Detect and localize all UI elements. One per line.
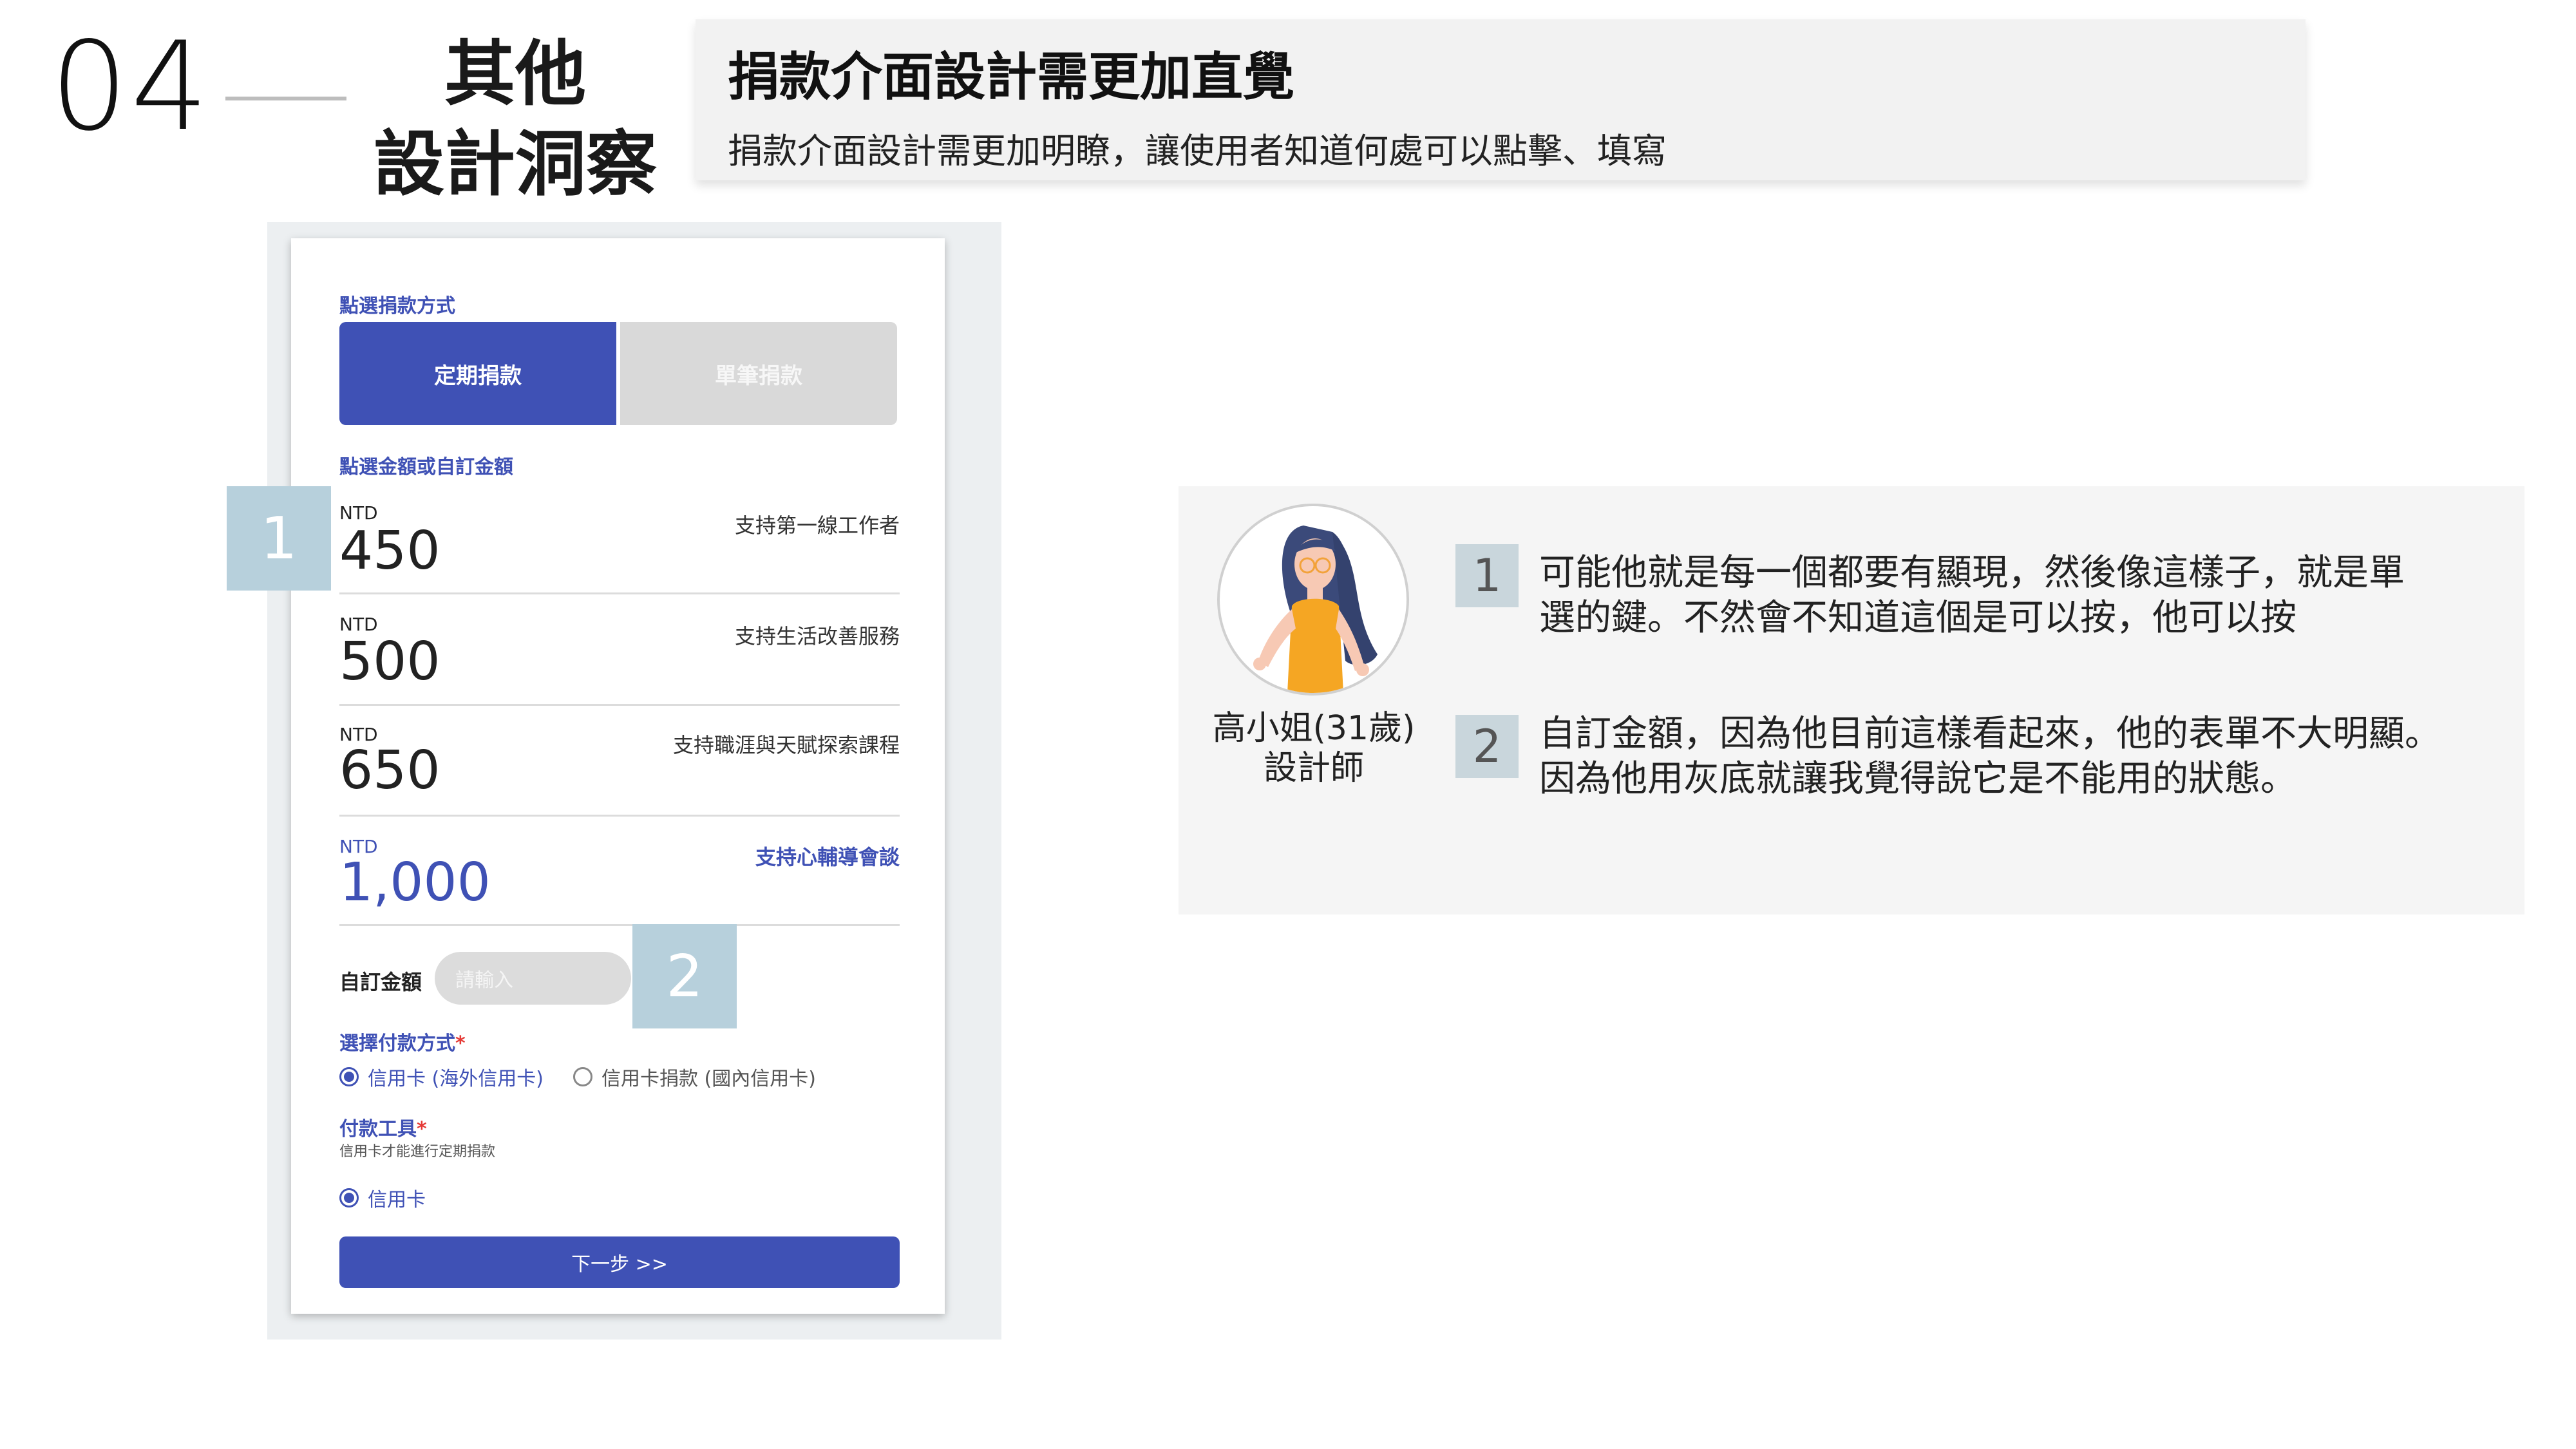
persona-name: 高小姐(31歲) [1212, 709, 1416, 748]
divider [339, 592, 900, 594]
divider [339, 924, 900, 926]
amount-description: 支持生活改善服務 [734, 624, 900, 649]
payment-method-label: 選擇付款方式* [339, 1027, 466, 1056]
amount-option-450[interactable]: NTD 450 支持第一線工作者 [339, 489, 900, 592]
section-title: 其他 設計洞察 [361, 29, 670, 209]
payment-option-overseas[interactable]: 信用卡 (海外信用卡) [339, 1063, 544, 1091]
amount-label: 點選金額或自訂金額 [339, 456, 513, 478]
payment-option-domestic[interactable]: 信用卡捐款 (國內信用卡) [573, 1063, 816, 1091]
quote-line: 自訂金額，因為他目前這樣看起來，他的表單不大明顯。 [1539, 713, 2441, 755]
quote-number-1: 1 [1455, 544, 1519, 607]
payment-option-label: 信用卡捐款 (國內信用卡) [601, 1068, 816, 1090]
section-number: 04 [50, 15, 211, 158]
radio-checked-icon [339, 1188, 359, 1208]
quote-2: 自訂金額，因為他目前這樣看起來，他的表單不大明顯。 因為他用灰底就讓我覺得說它是… [1539, 712, 2518, 802]
payment-tool-label: 付款工具* [339, 1113, 427, 1141]
section-divider [225, 97, 346, 100]
insight-title: 捐款介面設計需更加直覺 [728, 47, 1294, 107]
amount-option-1000[interactable]: NTD 1,000 支持心輔導會談 [339, 826, 900, 929]
quote-line: 選的鍵。不然會不知道這個是可以按，他可以按 [1539, 597, 2297, 639]
donation-method-label: 點選捐款方式 [339, 295, 455, 317]
divider [339, 815, 900, 817]
persona-info: 高小姐(31歲) 設計師 [1204, 708, 1423, 788]
quote-1: 可能他就是每一個都要有顯現，然後像這樣子，就是單 選的鍵。不然會不知道這個是可以… [1539, 551, 2518, 641]
radio-checked-icon [339, 1067, 359, 1086]
amount-value: 1,000 [339, 852, 491, 913]
amount-option-650[interactable]: NTD 650 支持職涯與天賦探索課程 [339, 714, 900, 817]
tab-recurring-donation[interactable]: 定期捐款 [339, 322, 616, 425]
quote-number-2: 2 [1455, 715, 1519, 778]
radio-unchecked-icon [573, 1067, 592, 1086]
callout-2: 2 [632, 924, 737, 1028]
amount-description: 支持心輔導會談 [755, 845, 900, 869]
required-mark: * [455, 1032, 466, 1055]
custom-amount-input[interactable]: 請輸入 [435, 952, 631, 1005]
payment-tool-credit-card[interactable]: 信用卡 [339, 1184, 426, 1212]
required-mark: * [417, 1118, 427, 1141]
woman-avatar-icon [1217, 504, 1409, 696]
amount-value: 500 [339, 631, 440, 692]
quote-line: 因為他用灰底就讓我覺得說它是不能用的狀態。 [1539, 758, 2297, 800]
custom-amount-label: 自訂金額 [339, 970, 422, 994]
payment-method-text: 選擇付款方式 [339, 1032, 455, 1055]
amount-value: 650 [339, 740, 440, 801]
divider [339, 704, 900, 706]
payment-tool-note: 信用卡才能進行定期捐款 [339, 1144, 496, 1160]
payment-tool-option-label: 信用卡 [368, 1189, 426, 1211]
section-title-line2: 設計洞察 [374, 123, 657, 205]
insight-subtitle: 捐款介面設計需更加明瞭，讓使用者知道何處可以點擊、填寫 [728, 131, 1667, 171]
tab-single-donation[interactable]: 單筆捐款 [620, 322, 897, 425]
payment-option-label: 信用卡 (海外信用卡) [368, 1068, 544, 1090]
amount-option-500[interactable]: NTD 500 支持生活改善服務 [339, 602, 900, 705]
amount-description: 支持第一線工作者 [734, 513, 900, 538]
next-step-button[interactable]: 下一步 >> [339, 1236, 900, 1288]
payment-tool-text: 付款工具 [339, 1118, 417, 1141]
persona-role: 設計師 [1263, 749, 1364, 788]
callout-1: 1 [227, 486, 331, 591]
amount-value: 450 [339, 520, 440, 582]
section-title-line1: 其他 [444, 33, 586, 115]
amount-description: 支持職涯與天賦探索課程 [672, 733, 900, 757]
quote-line: 可能他就是每一個都要有顯現，然後像這樣子，就是單 [1539, 552, 2405, 594]
